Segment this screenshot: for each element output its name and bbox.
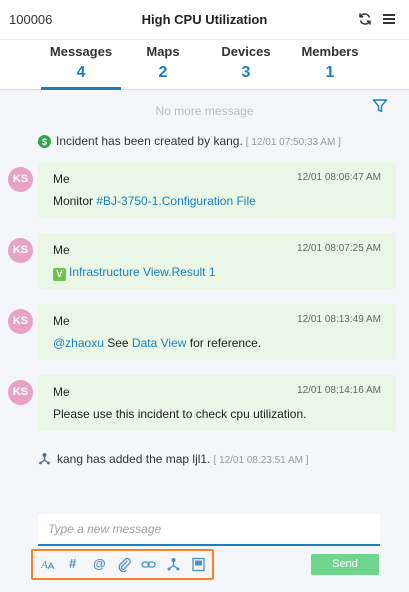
send-button[interactable]: Send xyxy=(311,554,379,575)
mention-icon[interactable]: @ xyxy=(93,556,106,571)
message-sender: Me xyxy=(53,243,70,257)
message-composer xyxy=(38,514,380,546)
tab-messages[interactable]: Messages 4 xyxy=(41,40,121,90)
tab-label: Members xyxy=(301,44,359,59)
event-timestamp: [ 12/01 08:23:51 AM ] xyxy=(213,455,309,466)
composer-toolbar: A # @ xyxy=(31,549,214,580)
message-body: Please use this incident to check cpu ut… xyxy=(53,407,307,421)
incident-header: 100006 High CPU Utilization xyxy=(0,0,409,40)
hamburger-menu-icon[interactable] xyxy=(382,12,396,26)
message-text: See xyxy=(103,336,132,350)
message-sender: Me xyxy=(53,172,70,186)
incident-title: High CPU Utilization xyxy=(141,12,268,27)
mention-link[interactable]: @zhaoxu xyxy=(53,336,104,350)
tab-count: 3 xyxy=(241,64,251,81)
tab-maps[interactable]: Maps 2 xyxy=(123,40,203,90)
message-sender: Me xyxy=(53,385,70,399)
tab-label: Messages xyxy=(49,44,113,59)
event-text: Incident has been created by kang. xyxy=(56,134,243,148)
message-bubble: Me 12/01 08:07:25 AM V Infrastructure Vie… xyxy=(38,233,396,289)
dollar-circle-icon: $ xyxy=(38,135,51,148)
snapshot-icon[interactable] xyxy=(191,557,206,572)
message-text: Monitor xyxy=(53,194,97,208)
tab-label: Maps xyxy=(146,44,180,59)
map-node-icon xyxy=(38,452,51,465)
tab-bar: Messages 4 Maps 2 Devices 3 Members 1 xyxy=(0,40,409,90)
attachment-icon[interactable] xyxy=(117,557,132,572)
avatar: KS xyxy=(8,238,33,263)
svg-text:$: $ xyxy=(42,137,47,147)
tab-count: 2 xyxy=(158,64,168,81)
event-text: kang has added the map ljl1. xyxy=(57,452,211,466)
no-more-message-label: No more message xyxy=(155,104,254,118)
message-bubble: Me 12/01 08:13:49 AM @zhaoxu See Data Vi… xyxy=(38,304,396,360)
view-link[interactable]: Infrastructure View.Result 1 xyxy=(69,265,216,279)
view-badge-icon: V xyxy=(53,268,66,281)
message-text: for reference. xyxy=(186,336,262,350)
map-added-event: kang has added the map ljl1.[ 12/01 08:2… xyxy=(57,452,309,466)
avatar: KS xyxy=(8,309,33,334)
message-body: V Infrastructure View.Result 1 xyxy=(53,265,216,281)
svg-text:A: A xyxy=(41,559,48,571)
tab-members[interactable]: Members 1 xyxy=(290,40,370,90)
event-timestamp: [ 12/01 07:50:33 AM ] xyxy=(245,137,341,148)
tab-count: 4 xyxy=(76,64,86,81)
message-sender: Me xyxy=(53,314,70,328)
link-icon[interactable] xyxy=(141,557,156,572)
message-body: @zhaoxu See Data View for reference. xyxy=(53,336,261,350)
message-bubble: Me 12/01 08:06:47 AM Monitor #BJ-3750-1.… xyxy=(38,162,396,218)
map-icon[interactable] xyxy=(166,557,181,572)
hashtag-icon[interactable]: # xyxy=(69,556,76,571)
incident-created-event: Incident has been created by kang.[ 12/0… xyxy=(56,134,341,148)
filter-icon[interactable] xyxy=(372,98,388,114)
message-body: Monitor #BJ-3750-1.Configuration File xyxy=(53,194,256,208)
tab-devices[interactable]: Devices 3 xyxy=(206,40,286,90)
message-time: 12/01 08:07:25 AM xyxy=(297,243,381,254)
device-link[interactable]: #BJ-3750-1.Configuration File xyxy=(96,194,255,208)
avatar: KS xyxy=(8,167,33,192)
refresh-icon[interactable] xyxy=(358,12,372,26)
message-bubble: Me 12/01 08:14:16 AM Please use this inc… xyxy=(38,375,396,431)
tab-label: Devices xyxy=(221,44,271,59)
tab-count: 1 xyxy=(325,64,335,81)
message-time: 12/01 08:06:47 AM xyxy=(297,172,381,183)
avatar: KS xyxy=(8,380,33,405)
message-time: 12/01 08:14:16 AM xyxy=(297,385,381,396)
text-format-icon[interactable]: A xyxy=(41,557,56,572)
message-input[interactable] xyxy=(38,514,380,544)
message-time: 12/01 08:13:49 AM xyxy=(297,314,381,325)
data-view-link[interactable]: Data View xyxy=(132,336,186,350)
